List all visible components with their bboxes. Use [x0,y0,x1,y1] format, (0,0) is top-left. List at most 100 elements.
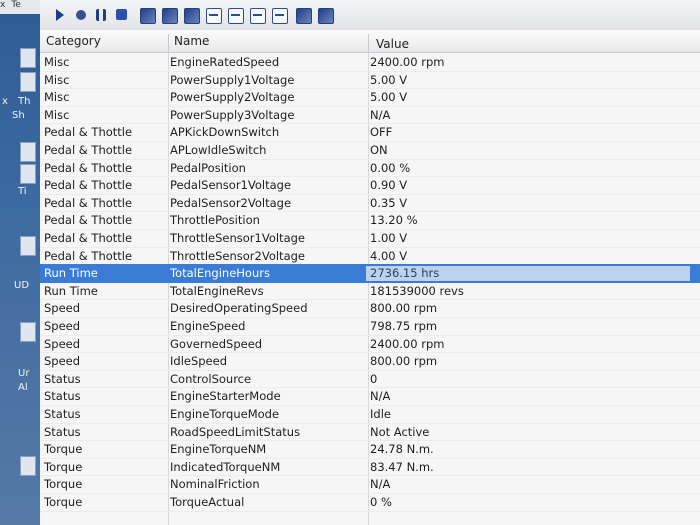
column-header-name[interactable]: Name [174,34,209,48]
table-row[interactable]: Pedal & Thottle APLowIdleSwitch ON [40,141,700,160]
edit-icon-4[interactable] [272,8,288,24]
table-row[interactable]: Status EngineStarterMode N/A [40,387,700,406]
cell-value: Idle [370,407,391,421]
cell-value: Not Active [370,424,430,439]
table-row[interactable]: Speed IdleSpeed 800.00 rpm [40,352,700,371]
cell-name: TotalEngineHours [170,266,270,281]
cell-category: Pedal & Thottle [44,143,133,157]
tool-icon-2[interactable] [162,8,178,24]
tool-icon-1[interactable] [140,8,156,24]
table-header: Category Name Value [40,30,700,56]
table-row[interactable]: Pedal & Thottle PedalSensor1Voltage 0.90 V [40,176,700,195]
table-row[interactable]: Run Time TotalEngineRevs 181539000 revs [40,282,700,301]
cell-value: 4.00 V [370,248,408,263]
export-icon[interactable] [318,8,334,24]
cell-value: 800.00 rpm [370,301,438,316]
pause-icon[interactable] [96,9,106,21]
table-row[interactable]: Pedal & Thottle ThrottleSensor2Voltage 4.0… [40,247,700,266]
edit-icon-1[interactable] [206,8,222,24]
background-window: x Te x Th Sh Ti UD Ur Al [0,0,40,525]
table-row[interactable]: Torque EngineTorqueNM 24.78 N.m. [40,440,700,459]
cell-name: PowerSupply1Voltage [170,72,295,87]
cell-value: 13.20 % [370,213,418,228]
table-row[interactable]: Status EngineTorqueMode Idle [40,405,700,424]
cell-value: 0.00 % [370,160,411,175]
column-header-category[interactable]: Category [46,34,101,48]
cell-value: 2400.00 rpm [370,336,445,351]
edit-icon-3[interactable] [250,8,266,24]
cell-category: Status [44,371,81,386]
table-row[interactable]: Speed EngineSpeed 798.75 rpm [40,317,700,336]
cell-name: TorqueActual [170,495,245,509]
play-icon[interactable] [56,9,64,21]
column-header-value[interactable]: Value [376,37,409,51]
cell-name: IndicatedTorqueNM [170,459,281,474]
table-row[interactable]: Pedal & Thottle ThrottleSensor1Voltage 1.0… [40,229,700,248]
cell-name: ThrottleSensor2Voltage [170,248,305,263]
table-row[interactable]: Torque NominalFriction N/A [40,475,700,494]
cell-name: APKickDownSwitch [170,125,280,140]
cell-category: Pedal & Thottle [44,213,133,228]
cell-name: APLowIdleSwitch [170,143,267,157]
cell-value: 5.00 V [370,90,408,105]
cell-name: RoadSpeedLimitStatus [170,424,301,439]
cell-value: 5.00 V [370,72,408,87]
background-text: Sh [12,110,25,121]
cell-value: 0.35 V [370,195,408,210]
cell-category: Torque [44,495,83,509]
background-icon [20,456,36,476]
cell-name: ThrottlePosition [170,213,260,228]
toolbar [40,0,700,31]
cell-category: Misc [44,90,70,105]
parameter-table: Category Name Value Misc EngineRatedSpeed… [40,30,700,525]
table-row[interactable]: Misc PowerSupply3Voltage N/A [40,106,700,125]
cell-category: Pedal & Thottle [44,195,133,210]
table-row[interactable]: Speed GovernedSpeed 2400.00 rpm [40,335,700,354]
table-row[interactable]: Torque TorqueActual 0 % [40,493,700,512]
table-row[interactable]: Run Time TotalEngineHours 2736.15 hrs [40,264,700,283]
table-row[interactable]: Misc PowerSupply2Voltage 5.00 V [40,88,700,107]
table-row[interactable]: Status ControlSource 0 [40,370,700,389]
cell-name: PedalSensor2Voltage [170,195,292,210]
cell-name: IdleSpeed [170,354,228,369]
table-row[interactable]: Speed DesiredOperatingSpeed 800.00 rpm [40,299,700,318]
table-row[interactable]: Status RoadSpeedLimitStatus Not Active [40,423,700,442]
cell-name: ThrottleSensor1Voltage [170,231,305,245]
table-row[interactable]: Pedal & Thottle ThrottlePosition 13.20 % [40,211,700,230]
background-icon [20,236,36,256]
cell-name: PowerSupply2Voltage [170,90,295,105]
background-tab-fragment: Te [11,0,21,10]
cell-name: EngineSpeed [170,319,246,333]
table-row[interactable]: Torque IndicatedTorqueNM 83.47 N.m. [40,458,700,477]
cell-value: 800.00 rpm [370,354,438,369]
cell-name: PowerSupply3Voltage [170,107,295,122]
background-tab-strip: x Te [0,0,40,14]
background-text: Ti [18,186,27,197]
stop-icon[interactable] [116,9,127,20]
record-icon[interactable] [76,10,86,20]
table-row[interactable]: Pedal & Thottle PedalSensor2Voltage 0.35 V [40,194,700,213]
table-row[interactable]: Pedal & Thottle APKickDownSwitch OFF [40,123,700,142]
cell-name: TotalEngineRevs [170,283,264,298]
background-text: x [2,96,8,107]
cell-name: ControlSource [170,371,252,386]
cell-value: ON [370,143,388,157]
background-text: Ur [18,368,30,379]
tool-icon-3[interactable] [184,8,200,24]
cell-name: EngineStarterMode [170,389,281,404]
table-row[interactable]: Misc EngineRatedSpeed 2400.00 rpm [40,53,700,72]
cell-value: 2400.00 rpm [370,55,445,69]
background-text: Th [18,96,31,107]
cell-category: Speed [44,301,81,316]
grid-icon[interactable] [296,8,312,24]
cell-category: Torque [44,442,83,457]
cell-category: Torque [44,459,83,474]
edit-icon-2[interactable] [228,8,244,24]
cell-value: N/A [370,107,391,122]
cell-category: Run Time [44,283,98,298]
cell-category: Pedal & Thottle [44,248,133,263]
table-row[interactable]: Misc PowerSupply1Voltage 5.00 V [40,71,700,90]
cell-name: PedalSensor1Voltage [170,178,292,193]
background-text: UD [14,280,30,291]
table-row[interactable]: Pedal & Thottle PedalPosition 0.00 % [40,159,700,178]
